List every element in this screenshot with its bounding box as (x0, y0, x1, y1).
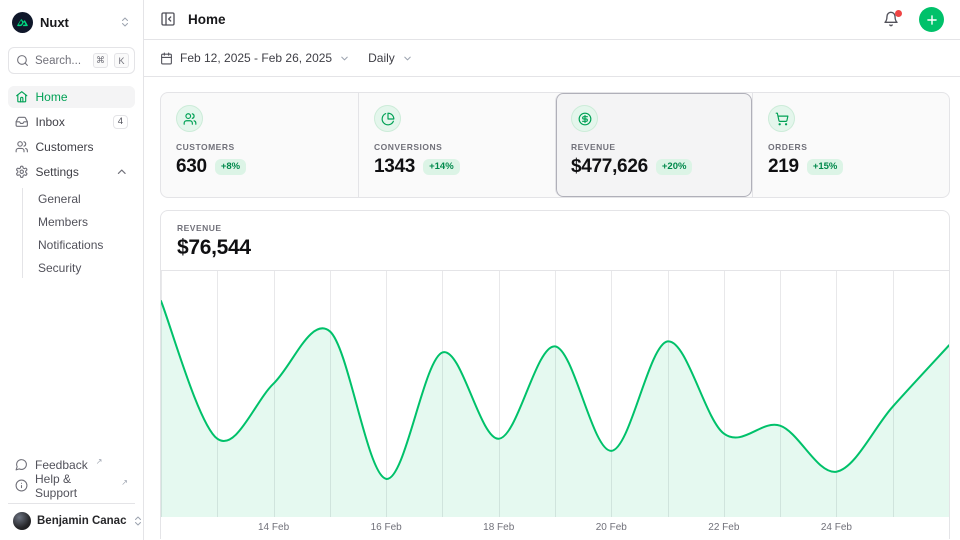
x-tick-label: 18 Feb (483, 522, 514, 533)
info-circle-icon (15, 479, 28, 492)
user-name: Benjamin Canac (37, 515, 126, 527)
foot-link-label: Help & Support (35, 472, 113, 500)
date-range-value: Feb 12, 2025 - Feb 26, 2025 (180, 51, 332, 65)
kbd-cmd: ⌘ (93, 53, 108, 68)
users-icon (15, 140, 29, 154)
nuxt-logo-icon (12, 12, 33, 33)
stat-card-conversions[interactable]: Conversions 1343 +14% (358, 93, 555, 197)
chart-x-labels: 14 Feb 16 Feb 18 Feb 20 Feb 22 Feb 24 Feb (161, 517, 949, 539)
sidebar-item-general[interactable]: General (38, 188, 135, 209)
chevrons-up-down-icon (119, 16, 131, 28)
circle-dollar-icon (578, 112, 592, 126)
notifications-button[interactable] (883, 11, 901, 29)
chart-header: Revenue $76,544 (161, 211, 949, 271)
sidebar-item-inbox[interactable]: Inbox 4 (8, 111, 135, 133)
plus-icon (925, 13, 939, 27)
chevrons-up-down-icon (132, 515, 144, 527)
sidebar-item-home[interactable]: Home (8, 86, 135, 108)
revenue-chart-card: Revenue $76,544 14 Feb 16 Feb 18 Feb 20 Feb… (160, 210, 950, 539)
pie-chart-icon (381, 112, 395, 126)
message-circle-icon (15, 458, 28, 471)
sidebar: Nuxt Search... ⌘ K Home Inbox 4 Customer… (0, 0, 144, 540)
users-icon (183, 112, 197, 126)
external-link-icon: ↗ (96, 457, 103, 466)
sidebar-spacer (8, 278, 135, 454)
stat-card-customers[interactable]: Customers 630 +8% (161, 93, 358, 197)
granularity-value: Daily (368, 51, 395, 65)
chevron-down-icon (402, 53, 413, 64)
stat-delta-badge: +8% (215, 159, 246, 175)
add-button[interactable] (919, 7, 944, 32)
stat-value: $477,626 (571, 156, 648, 178)
stat-value: 219 (768, 156, 799, 178)
x-tick-label: 16 Feb (371, 522, 402, 533)
sidebar-item-security[interactable]: Security (38, 257, 135, 278)
inbox-icon (15, 115, 29, 129)
chevron-up-icon (115, 165, 129, 179)
search-input[interactable]: Search... ⌘ K (8, 47, 135, 74)
stat-card-orders[interactable]: Orders 219 +15% (752, 93, 949, 197)
topbar: Home (144, 0, 960, 40)
sidebar-collapse-button[interactable] (160, 11, 178, 29)
help-support-link[interactable]: Help & Support ↗ (8, 475, 135, 496)
sidebar-item-settings[interactable]: Settings (8, 161, 135, 183)
sidebar-item-label: Customers (36, 140, 129, 154)
stat-label: Revenue (571, 142, 737, 152)
settings-sub-list: General Members Notifications Security (22, 188, 135, 278)
sidebar-item-label: Inbox (36, 115, 106, 129)
stat-card-revenue[interactable]: Revenue $477,626 +20% (555, 93, 752, 197)
stat-delta-badge: +14% (423, 159, 460, 175)
granularity-select[interactable]: Daily (368, 51, 413, 65)
notification-dot (895, 10, 902, 17)
stat-label: Conversions (374, 142, 540, 152)
chart-metric-value: $76,544 (177, 236, 933, 260)
stat-delta-badge: +15% (807, 159, 844, 175)
panel-left-close-icon (160, 11, 176, 27)
workspace-name: Nuxt (40, 15, 112, 30)
x-tick-label: 22 Feb (708, 522, 739, 533)
revenue-chart-svg (161, 271, 949, 517)
chart-plot-area[interactable] (161, 271, 949, 517)
sidebar-nav: Home Inbox 4 Customers Settings General … (8, 86, 135, 278)
stat-label: Orders (768, 142, 934, 152)
sub-item-label: Notifications (38, 238, 103, 252)
stats-row: Customers 630 +8% Conversions 1343 +14% (160, 92, 950, 198)
search-icon (16, 54, 29, 67)
main-area: Home Feb 12, 2025 - Feb 26, 2025 Daily (144, 0, 960, 540)
workspace-switcher[interactable]: Nuxt (8, 10, 135, 34)
home-icon (15, 90, 29, 104)
foot-link-label: Feedback (35, 458, 88, 472)
sub-item-label: General (38, 192, 81, 206)
chart-metric-label: Revenue (177, 223, 933, 233)
gear-icon (15, 165, 29, 179)
user-menu[interactable]: Benjamin Canac (8, 503, 135, 532)
stat-label: Customers (176, 142, 343, 152)
shopping-cart-icon (775, 112, 789, 126)
content: Customers 630 +8% Conversions 1343 +14% (144, 77, 960, 540)
page-title: Home (188, 12, 873, 27)
kbd-k: K (114, 53, 129, 68)
avatar (13, 512, 31, 530)
stat-value: 630 (176, 156, 207, 178)
x-tick-label: 20 Feb (596, 522, 627, 533)
sidebar-item-customers[interactable]: Customers (8, 136, 135, 158)
sidebar-item-label: Settings (36, 165, 108, 179)
sidebar-item-notifications[interactable]: Notifications (38, 234, 135, 255)
filterbar: Feb 12, 2025 - Feb 26, 2025 Daily (144, 40, 960, 77)
external-link-icon: ↗ (121, 478, 128, 487)
sidebar-item-members[interactable]: Members (38, 211, 135, 232)
sub-item-label: Members (38, 215, 88, 229)
search-placeholder: Search... (35, 55, 87, 67)
stat-value: 1343 (374, 156, 415, 178)
x-tick-label: 24 Feb (821, 522, 852, 533)
date-range-picker[interactable]: Feb 12, 2025 - Feb 26, 2025 (160, 51, 350, 65)
chevron-down-icon (339, 53, 350, 64)
stat-delta-badge: +20% (656, 159, 693, 175)
calendar-icon (160, 52, 173, 65)
inbox-count-badge: 4 (113, 115, 128, 129)
sub-item-label: Security (38, 261, 81, 275)
app-window: Nuxt Search... ⌘ K Home Inbox 4 Customer… (0, 0, 960, 540)
x-tick-label: 14 Feb (258, 522, 289, 533)
sidebar-item-label: Home (36, 90, 129, 104)
